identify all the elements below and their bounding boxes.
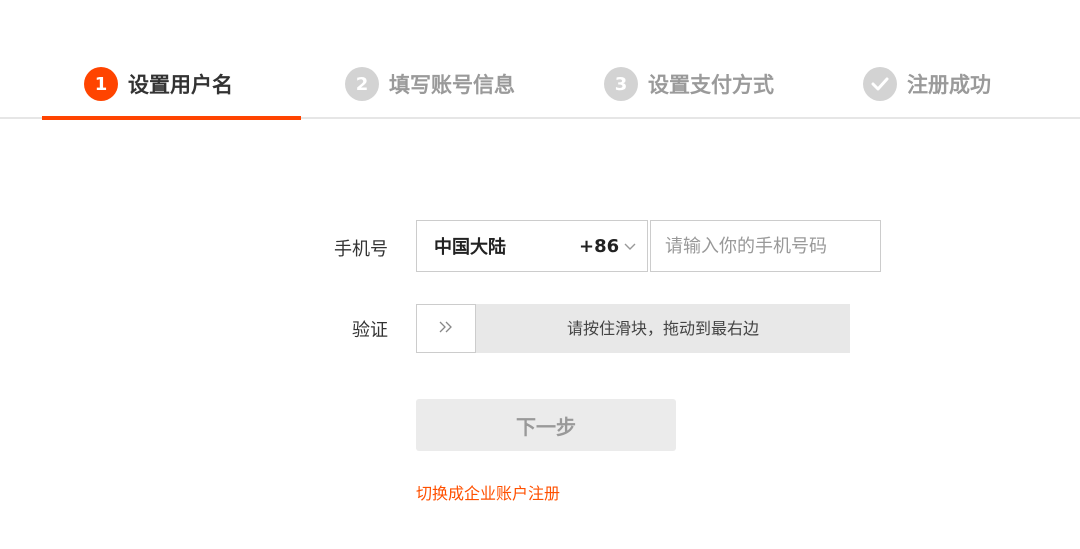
country-code: +86 [579, 235, 620, 257]
chevron-down-icon [623, 239, 637, 253]
phone-label: 手机号 [334, 239, 388, 260]
active-step-indicator [42, 116, 301, 120]
slider-hint: 请按住滑块，拖动到最右边 [566, 319, 759, 338]
step-number-badge: 1 [84, 67, 118, 101]
phone-row: 中国大陆 +86 [416, 220, 881, 274]
step-label: 设置用户名 [128, 73, 233, 97]
step-payment-method: 3 设置支付方式 [604, 58, 774, 110]
double-chevron-right-icon [437, 319, 455, 338]
next-step-button[interactable]: 下一步 [416, 399, 676, 451]
switch-enterprise-link[interactable]: 切换成企业账户注册 [416, 480, 560, 504]
step-account-info: 2 填写账号信息 [345, 58, 515, 110]
phone-number-input[interactable] [650, 220, 881, 272]
step-label: 注册成功 [907, 73, 991, 97]
step-label: 设置支付方式 [648, 73, 774, 97]
step-set-username: 1 设置用户名 [84, 58, 233, 110]
step-number-badge: 2 [345, 67, 379, 101]
verify-label: 验证 [352, 320, 388, 341]
country-code-select[interactable]: 中国大陆 +86 [416, 220, 648, 272]
step-number-badge: 3 [604, 67, 638, 101]
slider-captcha: 请按住滑块，拖动到最右边 [416, 304, 850, 353]
slider-handle[interactable] [416, 304, 476, 353]
registration-steps: 1 设置用户名 2 填写账号信息 3 设置支付方式 注册成功 [0, 0, 1080, 120]
country-name: 中国大陆 [434, 237, 506, 258]
step-registration-success: 注册成功 [863, 58, 991, 110]
step-label: 填写账号信息 [389, 73, 515, 97]
check-icon [863, 67, 897, 101]
